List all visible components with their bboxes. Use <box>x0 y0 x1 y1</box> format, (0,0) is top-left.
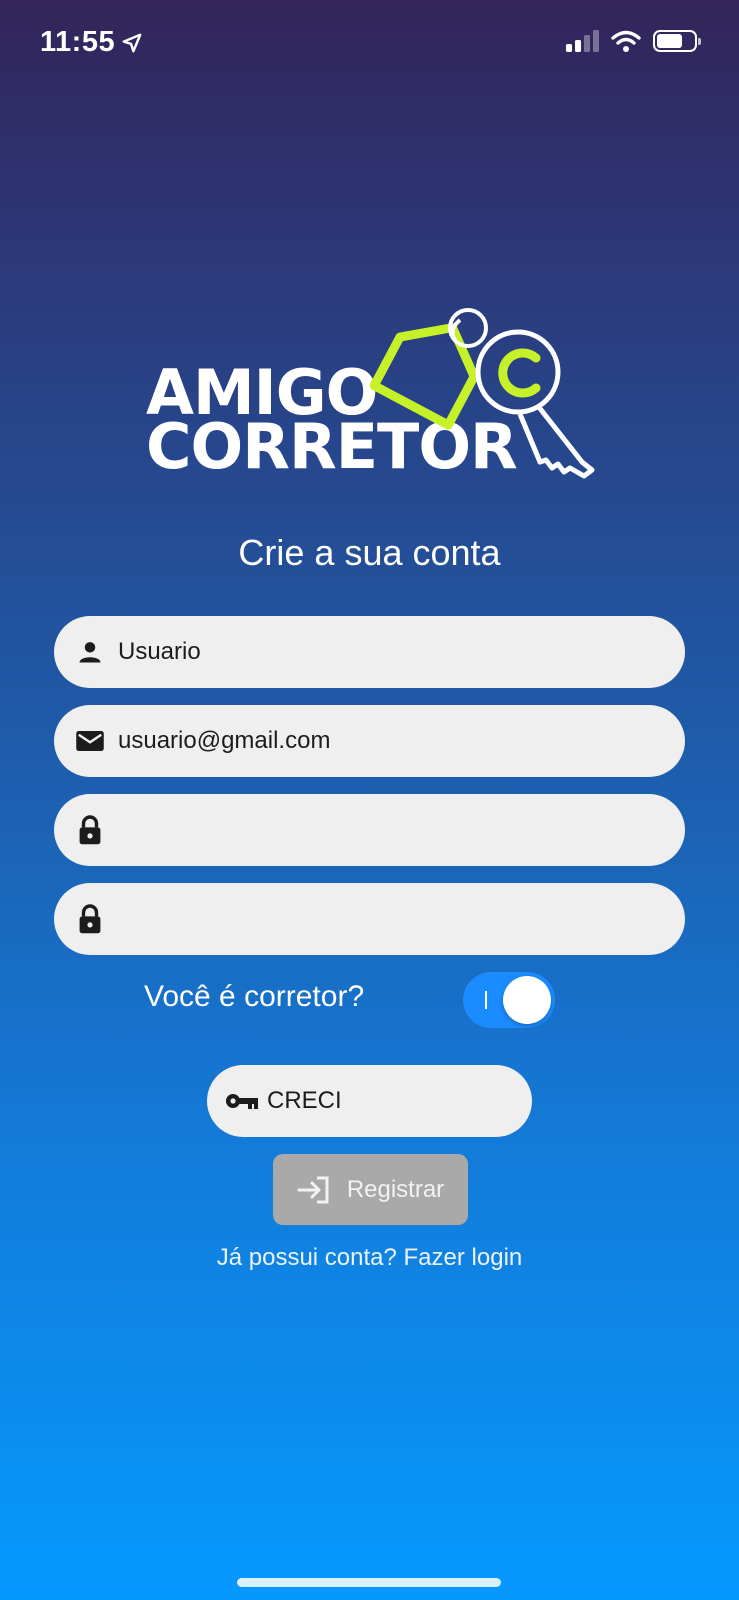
wifi-icon <box>611 30 641 52</box>
login-arrow-icon <box>297 1176 329 1203</box>
mail-icon <box>74 725 106 757</box>
home-indicator[interactable] <box>237 1578 501 1587</box>
lock-icon <box>74 903 106 935</box>
broker-toggle-label: Você é corretor? <box>144 980 365 1013</box>
house-key-logo-icon <box>369 308 595 479</box>
creci-value: CRECI <box>267 1087 342 1114</box>
toggle-knob <box>503 976 551 1024</box>
login-link[interactable]: Já possui conta? Fazer login <box>0 1244 739 1272</box>
email-value: usuario@gmail.com <box>118 727 331 754</box>
location-arrow-icon <box>122 33 142 52</box>
register-button[interactable]: Registrar <box>273 1154 468 1225</box>
confirm-password-field[interactable] <box>54 883 685 955</box>
person-icon <box>74 636 106 668</box>
broker-toggle[interactable] <box>463 972 555 1028</box>
lock-icon <box>74 814 106 846</box>
page-title: Crie a sua conta <box>238 532 501 573</box>
creci-field[interactable]: CRECI <box>207 1065 532 1137</box>
key-icon <box>225 1091 259 1111</box>
status-time: 11:55 <box>40 26 143 59</box>
signal-icon <box>566 30 599 52</box>
email-field[interactable]: usuario@gmail.com <box>54 705 685 777</box>
status-time-text: 11:55 <box>40 26 116 58</box>
register-label: Registrar <box>346 1175 445 1203</box>
username-field[interactable]: Usuario <box>54 616 685 688</box>
battery-icon <box>653 30 701 52</box>
toggle-on-mark <box>485 991 487 1009</box>
status-icons <box>566 30 701 52</box>
username-value: Usuario <box>118 638 201 665</box>
password-field[interactable] <box>54 794 685 866</box>
app-logo: AMIGO CORRETOR <box>140 300 600 490</box>
